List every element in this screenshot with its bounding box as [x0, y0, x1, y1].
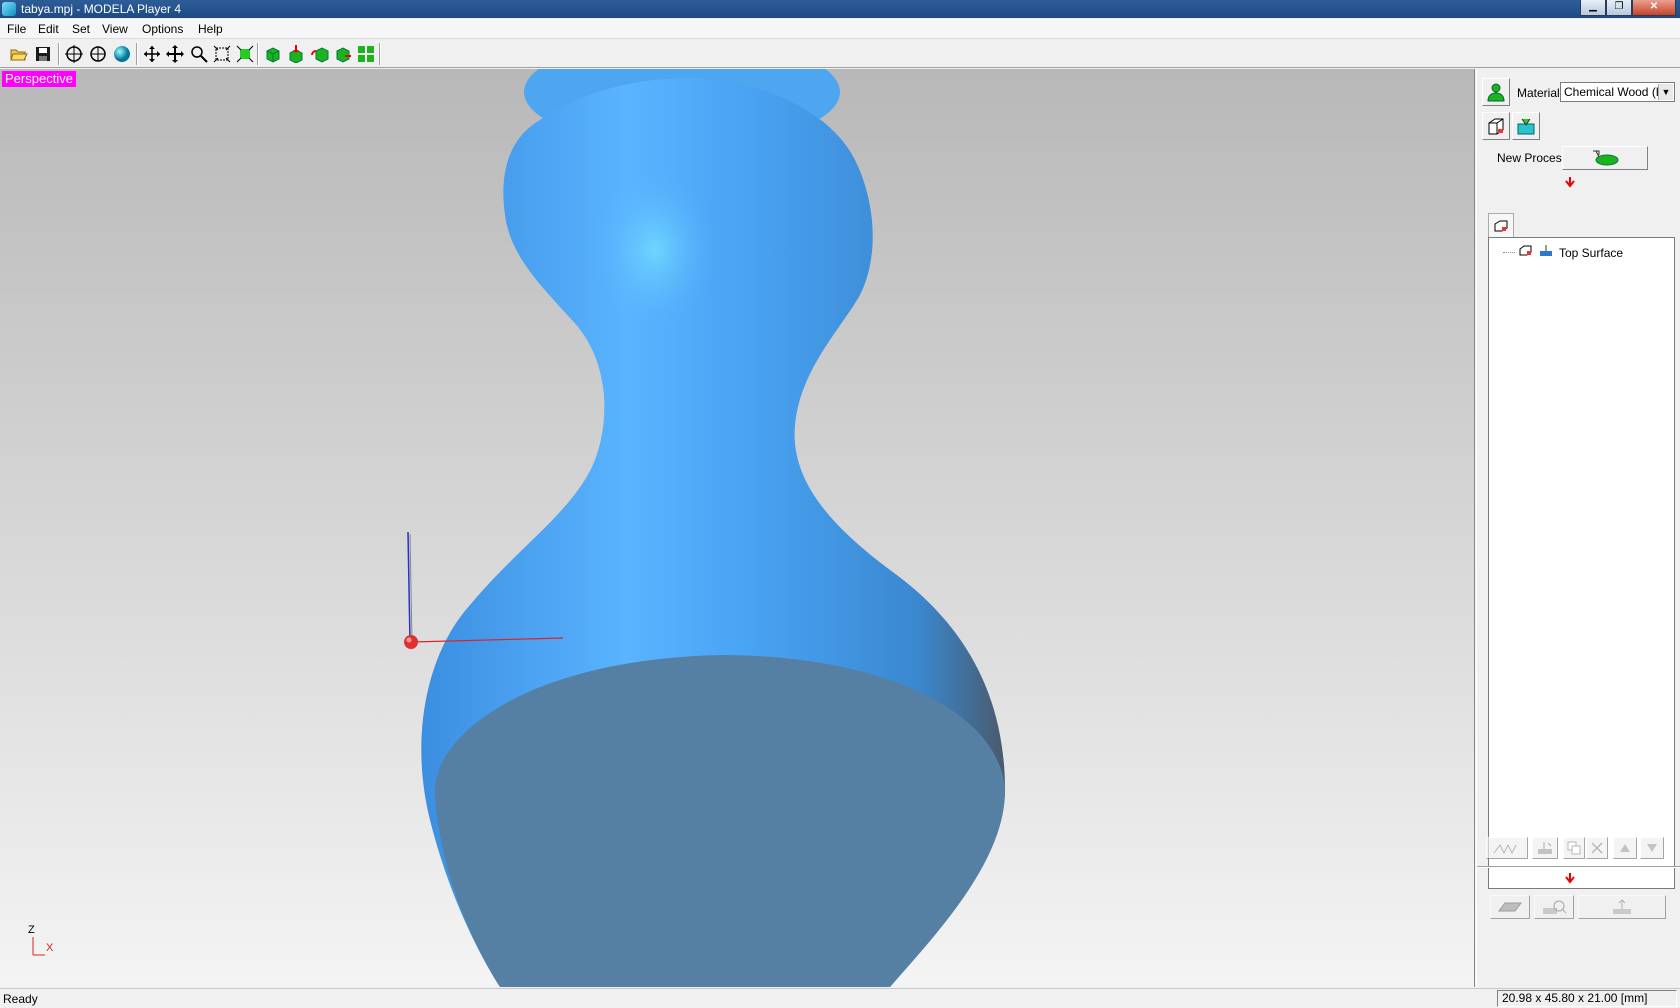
delete-icon[interactable] — [1586, 837, 1608, 859]
cut-preview-icon[interactable] — [332, 43, 353, 64]
preview-search-button[interactable] — [1534, 895, 1574, 919]
material-value: Chemical Wood (Ha — [1564, 85, 1672, 99]
toolpath-preview-button[interactable] — [1486, 837, 1528, 859]
tab-processes[interactable] — [1488, 213, 1514, 237]
model-box-icon — [1519, 245, 1533, 260]
app-icon — [2, 2, 16, 16]
move-icon[interactable] — [164, 43, 185, 64]
arrow-down-icon — [1564, 176, 1576, 191]
minimize-button[interactable]: ▁ — [1580, 0, 1606, 16]
user-icon[interactable] — [1482, 78, 1510, 106]
tree-item-top-surface[interactable]: Top Surface — [1503, 245, 1623, 260]
menu-options[interactable]: Options — [142, 22, 183, 36]
panel-divider — [1477, 866, 1680, 868]
open-icon[interactable] — [8, 43, 29, 64]
move-down-icon[interactable] — [1640, 837, 1664, 859]
process-tree[interactable]: Top Surface — [1488, 237, 1675, 889]
menu-view[interactable]: View — [102, 22, 128, 36]
new-process-button[interactable] — [1562, 146, 1648, 170]
material-select[interactable]: Chemical Wood (Ha ▼ — [1560, 82, 1675, 102]
view-mode-label: Perspective — [2, 71, 76, 87]
toolbar-separator — [58, 43, 60, 65]
status-bar: Ready 20.98 x 45.80 x 21.00 [mm] — [0, 988, 1680, 1008]
surface-process-icon — [1539, 245, 1553, 260]
toolbar-separator — [257, 43, 259, 65]
pan-icon[interactable] — [141, 43, 162, 64]
model-render — [32, 69, 1005, 987]
cut-model-icon[interactable] — [262, 43, 283, 64]
model-dimensions: 20.98 x 45.80 x 21.00 [mm] — [1497, 990, 1677, 1007]
menu-bar: File Edit Set View Options Help — [0, 19, 1680, 39]
menu-edit[interactable]: Edit — [38, 22, 59, 36]
3d-viewport[interactable]: Perspective Z X — [0, 69, 1475, 987]
axis-z-label: Z — [28, 924, 35, 936]
cut-button[interactable] — [1578, 895, 1666, 919]
view-center-icon[interactable] — [63, 43, 84, 64]
window-title: tabya.mpj - MODELA Player 4 — [21, 2, 182, 16]
material-label: Material — [1517, 86, 1560, 100]
tree-connector — [1503, 252, 1515, 253]
cut-rotate-icon[interactable] — [309, 43, 330, 64]
close-button[interactable]: ✕ — [1632, 0, 1676, 16]
title-bar: tabya.mpj - MODELA Player 4 ▁ ❐ ✕ — [0, 0, 1680, 18]
material-setup-icon[interactable] — [1512, 112, 1540, 140]
toolbar — [0, 40, 1680, 68]
toolbar-separator — [136, 43, 138, 65]
menu-help[interactable]: Help — [198, 22, 223, 36]
layout-icon[interactable] — [355, 43, 376, 64]
status-text: Ready — [3, 992, 38, 1006]
maximize-button[interactable]: ❐ — [1606, 0, 1632, 16]
zoom-window-icon[interactable] — [211, 43, 232, 64]
axis-x-label: X — [46, 942, 54, 954]
chevron-down-icon[interactable]: ▼ — [1658, 84, 1673, 100]
model-box-icon[interactable] — [1482, 112, 1510, 140]
move-up-icon[interactable] — [1613, 837, 1637, 859]
save-icon[interactable] — [32, 43, 53, 64]
cut-down-icon[interactable] — [285, 43, 306, 64]
zoom-icon[interactable] — [188, 43, 209, 64]
toolbar-separator — [379, 43, 381, 65]
tree-item-label: Top Surface — [1559, 245, 1624, 260]
copy-icon[interactable] — [1563, 837, 1585, 859]
fit-all-icon[interactable] — [234, 43, 255, 64]
cutting-preview-button[interactable] — [1490, 895, 1530, 919]
process-panel: Material Chemical Wood (Ha ▼ New Process… — [1476, 69, 1680, 987]
view-fit-icon[interactable] — [87, 43, 108, 64]
new-process-label: New Process — [1497, 151, 1568, 165]
arrow-down-icon — [1564, 872, 1576, 887]
menu-set[interactable]: Set — [72, 22, 90, 36]
render-sphere-icon[interactable] — [111, 43, 132, 64]
menu-file[interactable]: File — [7, 22, 26, 36]
edit-process-button[interactable] — [1532, 837, 1558, 859]
